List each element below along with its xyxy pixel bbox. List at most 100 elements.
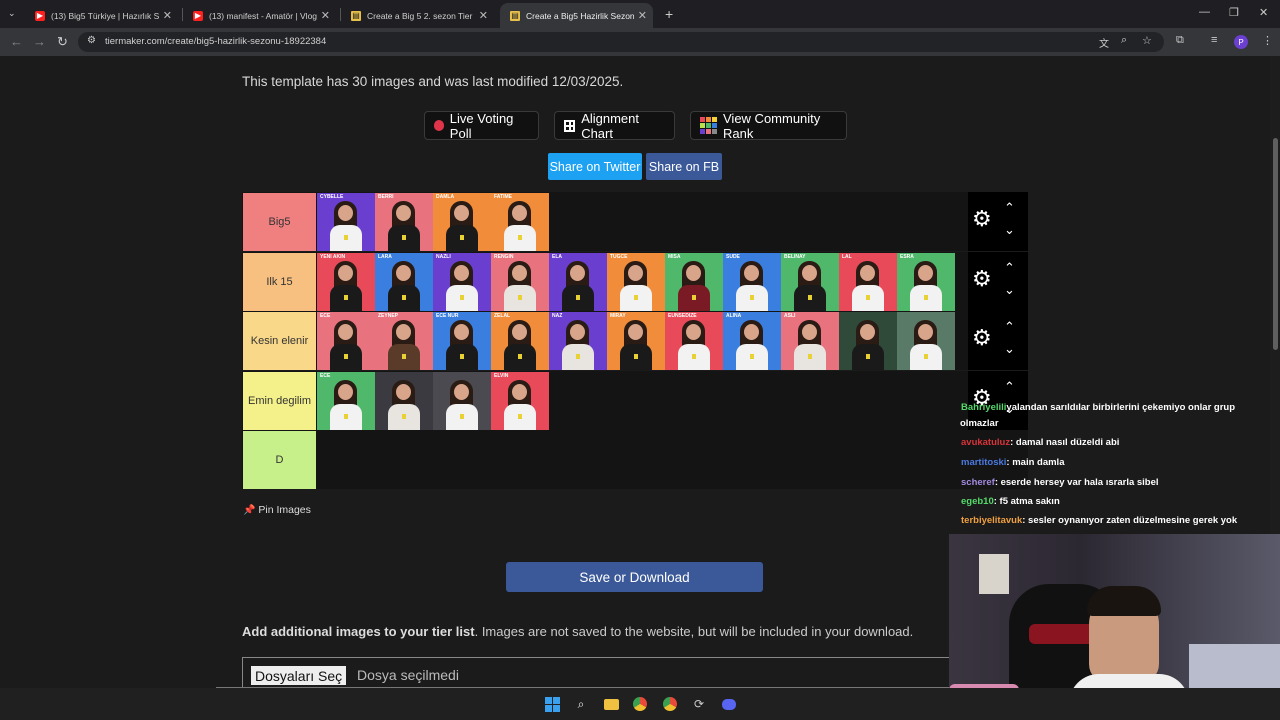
zoom-icon[interactable]: ⌕	[1121, 34, 1127, 47]
contestant-card[interactable]: TUGCE	[607, 252, 665, 311]
windows-start-icon[interactable]	[544, 696, 560, 712]
tier-label[interactable]: Kesin elenir	[243, 312, 316, 370]
contestant-card[interactable]: LARA	[375, 252, 433, 311]
contestant-card[interactable]: ECE	[317, 371, 375, 430]
contestant-card[interactable]: NAZLI	[433, 252, 491, 311]
chevron-up-icon[interactable]: ⌃	[1004, 200, 1015, 216]
tier-label[interactable]: D	[243, 431, 316, 489]
contestant-card[interactable]: ESRA	[897, 252, 955, 311]
chat-username[interactable]: Bahriyelili	[961, 402, 1006, 413]
close-icon[interactable]: ✕	[163, 9, 172, 22]
tier-controls: ⚙ ⌃ ⌄	[968, 192, 1028, 251]
chat-username[interactable]: scheref	[961, 477, 995, 488]
tier-label[interactable]: Emin degilim	[243, 371, 316, 430]
contestant-card[interactable]: ZELAL	[491, 312, 549, 370]
close-icon[interactable]: ✕	[638, 9, 647, 22]
choose-files-button[interactable]: Dosyaları Seç	[251, 666, 347, 685]
contestant-card[interactable]: ECE NUR	[433, 312, 491, 370]
restore-icon[interactable]: ❐	[1229, 6, 1239, 19]
contestant-name: CYBELLE	[320, 194, 344, 200]
contestant-name: MISA	[668, 253, 681, 260]
contestant-card[interactable]	[897, 312, 955, 370]
contestant-card[interactable]: ALINA	[723, 312, 781, 370]
tiermaker-icon: ▤	[351, 10, 361, 21]
scrollbar-thumb[interactable]	[1273, 138, 1278, 350]
browser-tab-4-active[interactable]: ▤ Create a Big5 Hazirlik Sezonu T ✕	[500, 3, 653, 28]
app-icon[interactable]: ⟳	[691, 696, 707, 712]
chrome-icon[interactable]	[632, 696, 648, 712]
menu-kebab-icon[interactable]: ⋮	[1262, 34, 1273, 47]
chevron-down-icon[interactable]: ⌄	[1004, 282, 1015, 298]
save-download-button[interactable]: Save or Download	[506, 562, 763, 592]
contestant-card[interactable]: ECE	[317, 312, 375, 370]
translate-icon[interactable]: 文	[1099, 35, 1109, 50]
contestant-card[interactable]: SUDE	[723, 252, 781, 311]
contestant-card[interactable]	[375, 371, 433, 430]
contestant-card[interactable]	[839, 312, 897, 370]
discord-icon[interactable]	[721, 696, 737, 712]
contestant-card[interactable]: MISA	[665, 252, 723, 311]
new-tab-button[interactable]: +	[665, 6, 673, 22]
profile-avatar[interactable]: P	[1234, 35, 1248, 49]
chevron-down-icon[interactable]: ⌄	[1004, 222, 1015, 238]
contestant-card[interactable]: DAMLA	[433, 193, 491, 251]
chevron-down-icon[interactable]: ⌄	[1004, 341, 1015, 357]
browser-tab-3[interactable]: ▤ Create a Big 5 2. sezon Tier List ✕	[341, 3, 494, 28]
pin-images-toggle[interactable]: 📌 Pin Images	[243, 504, 311, 516]
tier-label[interactable]: Big5	[243, 193, 316, 251]
browser-tab-2[interactable]: ▶ (13) manifest - Amatör | Vlog - ✕	[183, 3, 336, 28]
contestant-card[interactable]: LAL	[839, 252, 897, 311]
contestant-card[interactable]: ELVIN	[491, 371, 549, 430]
contestant-card[interactable]: YENI AKIN	[317, 252, 375, 311]
extensions-icon[interactable]: ⧉	[1176, 34, 1184, 47]
chat-username[interactable]: martitoski	[961, 457, 1006, 468]
window-close-icon[interactable]: ✕	[1259, 6, 1268, 19]
contestant-card[interactable]: NAZ	[549, 312, 607, 370]
gear-icon[interactable]: ⚙	[972, 267, 992, 290]
contestant-card[interactable]: BERRI	[375, 193, 433, 251]
chat-username[interactable]: terbiyelitavuk	[961, 515, 1022, 526]
tab-search-icon[interactable]: ⌄	[8, 8, 16, 19]
close-icon[interactable]: ✕	[321, 9, 330, 22]
live-voting-poll-button[interactable]: Live Voting Poll	[424, 111, 539, 141]
chat-username[interactable]: egeb10	[961, 496, 994, 507]
tier-label[interactable]: Ilk 15	[243, 252, 316, 311]
bookmark-star-icon[interactable]: ☆	[1142, 34, 1152, 47]
chevron-up-icon[interactable]: ⌃	[1004, 379, 1015, 395]
chat-username[interactable]: avukatuluz	[961, 437, 1010, 448]
share-fb-button[interactable]: Share on FB	[646, 153, 722, 180]
reload-icon[interactable]: ↻	[57, 34, 68, 50]
chat-text: yalandan sarıldılar birbirlerini çekemiy…	[1006, 402, 1236, 413]
browser-tab-1[interactable]: ▶ (13) Big5 Türkiye | Hazırlık Sezo ✕	[25, 3, 178, 28]
chevron-up-icon[interactable]: ⌃	[1004, 319, 1015, 335]
chevron-up-icon[interactable]: ⌃	[1004, 260, 1015, 276]
contestant-card[interactable]: CYBELLE	[317, 193, 375, 251]
contestant-name: FATIME	[494, 194, 512, 200]
alignment-chart-button[interactable]: Alignment Chart	[554, 111, 675, 141]
contestant-card[interactable]: BELINAY	[781, 252, 839, 311]
contestant-card[interactable]: ELA	[549, 252, 607, 311]
minimize-icon[interactable]: —	[1199, 6, 1210, 18]
share-twitter-button[interactable]: Share on Twitter	[548, 153, 642, 180]
pin-icon: 📌	[243, 505, 256, 516]
chrome-active-icon[interactable]	[662, 696, 678, 712]
file-explorer-icon[interactable]	[603, 696, 619, 712]
tier-items: ECE ZEYNEP ECE NUR ZELAL NAZ MIRAY EUNSEDIZE AL…	[317, 312, 955, 370]
contestant-card[interactable]: RENGIN	[491, 252, 549, 311]
close-icon[interactable]: ✕	[479, 9, 488, 22]
contestant-card[interactable]: ZEYNEP	[375, 312, 433, 370]
contestant-card[interactable]: FATIME	[491, 193, 549, 251]
contestant-card[interactable]: EUNSEDIZE	[665, 312, 723, 370]
view-community-rank-button[interactable]: View Community Rank	[690, 111, 847, 141]
reading-list-icon[interactable]: ≡	[1211, 34, 1217, 46]
contestant-card[interactable]: MIRAY	[607, 312, 665, 370]
site-info-icon[interactable]: ⚙	[87, 35, 96, 46]
url-field[interactable]: ⚙ tiermaker.com/create/big5-hazirlik-sez…	[78, 32, 1164, 52]
search-icon[interactable]: ⌕	[573, 696, 589, 712]
gear-icon[interactable]: ⚙	[972, 208, 992, 230]
contestant-card[interactable]: ASLI	[781, 312, 839, 370]
gear-icon[interactable]: ⚙	[972, 327, 992, 349]
forward-icon[interactable]: →	[33, 34, 46, 49]
contestant-card[interactable]	[433, 371, 491, 430]
back-icon[interactable]: ←	[10, 34, 23, 49]
